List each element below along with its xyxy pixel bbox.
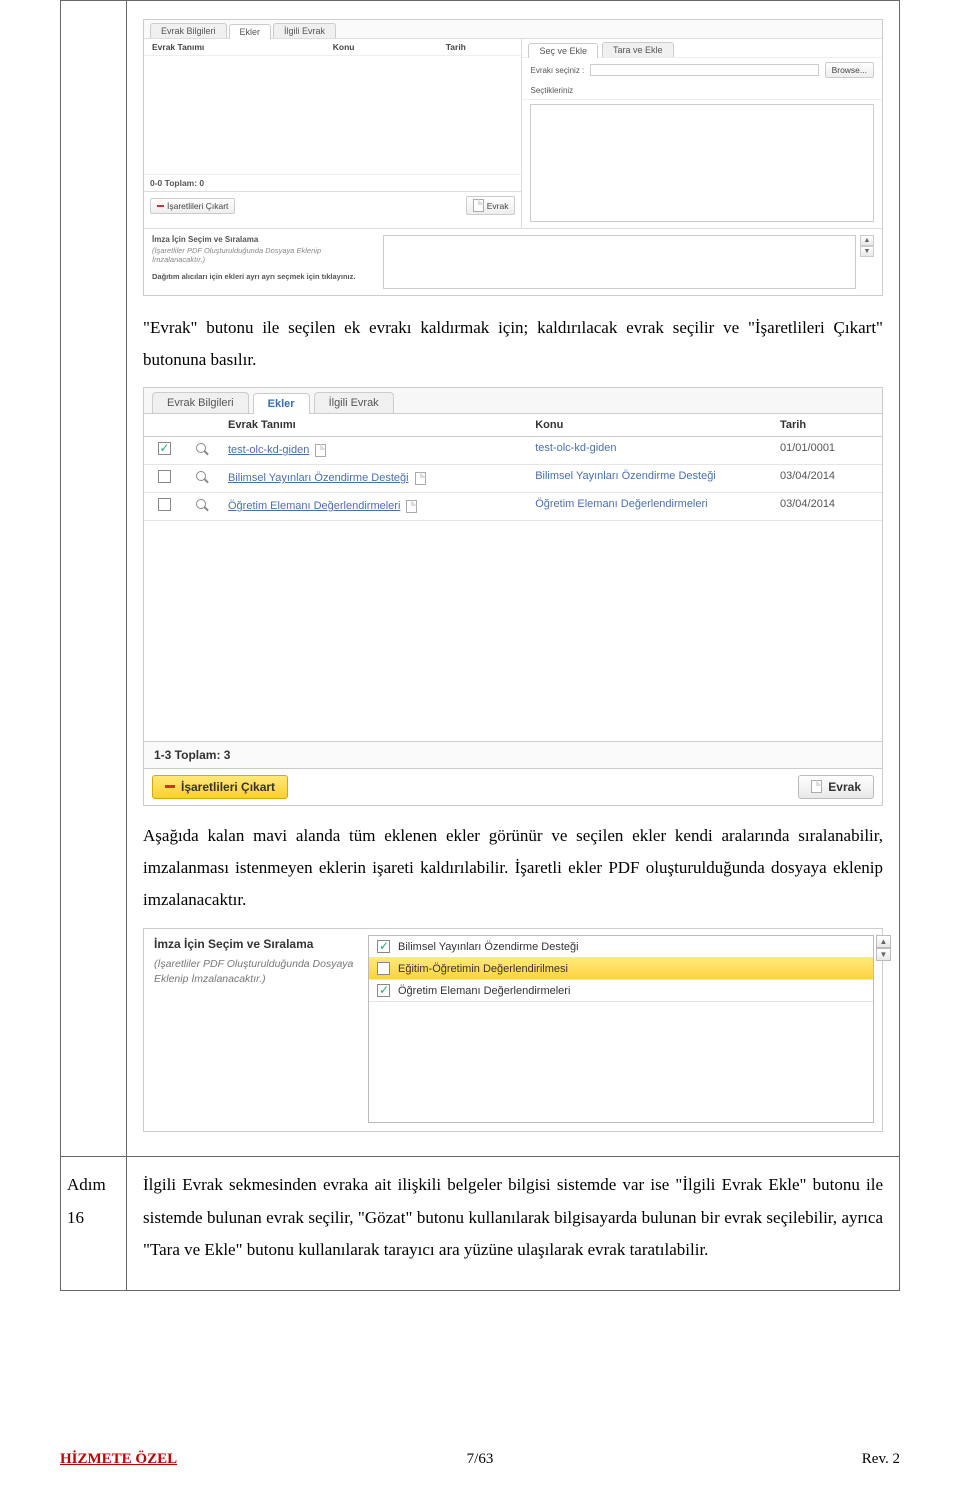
row-tarih: 03/04/2014 [772,493,882,520]
evrak-button[interactable]: Evrak [798,775,874,799]
page-footer: HİZMETE ÖZEL 7/63 Rev. 2 [60,1451,900,1468]
row-checkbox[interactable] [158,498,171,511]
btn-label: Evrak [828,780,861,794]
paragraph-evrak-butonu: "Evrak" butonu ile seçilen ek evrakı kal… [143,312,883,377]
imza-secim-sub: (İşaretliler PDF Oluşturulduğunda Dosyay… [154,957,358,986]
table-row[interactable]: Bilimsel Yayınları Özendirme Desteği Bil… [144,465,882,493]
row-title-link[interactable]: test-olc-kd-giden [228,444,309,456]
item-text: Öğretim Elemanı Değerlendirmeleri [398,985,570,997]
screenshot-ekler-list: Evrak Bilgileri Ekler İlgili Evrak Evrak… [143,387,883,806]
sectikleriniz-label: Seçtikleriniz [530,86,573,95]
tab-evrak-bilgileri[interactable]: Evrak Bilgileri [152,392,249,413]
ss1-tabs: Evrak Bilgileri Ekler İlgili Evrak [144,20,882,39]
step-label: Adım 16 [61,1157,126,1246]
btn-label: Evrak [487,201,509,211]
footer-page-number: 7/63 [467,1451,494,1468]
paragraph-step16: İlgili Evrak sekmesinden evraka ait iliş… [143,1169,883,1266]
footer-rev: Rev. 2 [862,1451,900,1468]
row-konu: Öğretim Elemanı Değerlendirmeleri [535,498,707,510]
browse-button[interactable]: Browse... [825,62,874,78]
tab-tara-ve-ekle[interactable]: Tara ve Ekle [602,42,674,57]
row-konu: Bilimsel Yayınları Özendirme Desteği [535,470,716,482]
evrak-path-input[interactable] [590,64,818,76]
list-item[interactable]: Eğitim-Öğretimin Değerlendirilmesi [369,958,873,980]
search-icon[interactable] [195,498,209,512]
evrak-seciniz-label: Evrakı seçiniz : [530,66,584,75]
tab-sec-ve-ekle[interactable]: Seç ve Ekle [528,43,598,58]
isaretlileri-cikart-button[interactable]: İşaretlileri Çıkart [150,198,235,214]
screenshot-imza-secim: İmza İçin Seçim ve Sıralama (İşaretliler… [143,928,883,1132]
item-checkbox[interactable] [377,962,390,975]
ss1-order-box [383,235,856,289]
imza-order-list: Bilimsel Yayınları Özendirme Desteği Eği… [368,935,874,1123]
tab-ilgili-evrak[interactable]: İlgili Evrak [273,23,336,38]
selected-files-box [530,104,874,222]
move-down-button[interactable]: ▼ [860,246,874,257]
row-tarih: 01/01/0001 [772,437,882,464]
item-checkbox[interactable] [377,984,390,997]
table-row[interactable]: test-olc-kd-giden test-olc-kd-giden 01/0… [144,437,882,465]
imza-secim-sub: (İşaretliler PDF Oluşturulduğunda Dosyay… [152,246,373,264]
document-icon [811,780,822,793]
document-icon [415,472,426,485]
ss1-total: 0-0 Toplam: 0 [144,174,521,191]
row-title-link[interactable]: Öğretim Elemanı Değerlendirmeleri [228,500,400,512]
item-checkbox[interactable] [377,940,390,953]
row-checkbox[interactable] [158,470,171,483]
btn-label: İşaretlileri Çıkart [181,780,275,794]
footer-left: HİZMETE ÖZEL [60,1451,177,1468]
minus-icon [157,205,164,207]
search-icon[interactable] [195,442,209,456]
screenshot-ekler-empty: Evrak Bilgileri Ekler İlgili Evrak Evrak… [143,19,883,296]
tab-ilgili-evrak[interactable]: İlgili Evrak [314,392,394,413]
document-icon [406,500,417,513]
dagitim-note: Dağıtım alıcıları için ekleri ayrı ayrı … [152,272,373,281]
evrak-button[interactable]: Evrak [466,196,516,215]
move-up-button[interactable]: ▲ [860,235,874,246]
list-item[interactable]: Bilimsel Yayınları Özendirme Desteği [369,936,873,958]
tab-evrak-bilgileri[interactable]: Evrak Bilgileri [150,23,227,38]
ss1-left-columns: Evrak Tanımı Konu Tarih [144,39,521,56]
paragraph-mavi-alan: Aşağıda kalan mavi alanda tüm eklenen ek… [143,820,883,917]
document-icon [315,444,326,457]
ekler-total: 1-3 Toplam: 3 [144,741,882,768]
row-konu: test-olc-kd-giden [535,442,616,454]
item-text: Bilimsel Yayınları Özendirme Desteği [398,941,579,953]
document-icon [473,199,484,212]
row-tarih: 03/04/2014 [772,465,882,492]
row-checkbox[interactable] [158,442,171,455]
move-up-button[interactable]: ▲ [876,935,891,948]
imza-secim-title: İmza İçin Seçim ve Sıralama [154,937,358,951]
isaretlileri-cikart-button[interactable]: İşaretlileri Çıkart [152,775,288,799]
ekler-table-head: Evrak Tanımı Konu Tarih [144,414,882,437]
tab-ekler[interactable]: Ekler [253,393,310,414]
minus-icon [165,785,175,788]
row-title-link[interactable]: Bilimsel Yayınları Özendirme Desteği [228,472,409,484]
table-row[interactable]: Öğretim Elemanı Değerlendirmeleri Öğreti… [144,493,882,521]
search-icon[interactable] [195,470,209,484]
list-item[interactable]: Öğretim Elemanı Değerlendirmeleri [369,980,873,1002]
move-down-button[interactable]: ▼ [876,948,891,961]
btn-label: İşaretlileri Çıkart [167,201,228,211]
imza-secim-title: İmza İçin Seçim ve Sıralama [152,235,373,244]
tab-ekler[interactable]: Ekler [229,24,272,39]
item-text: Eğitim-Öğretimin Değerlendirilmesi [398,963,568,975]
